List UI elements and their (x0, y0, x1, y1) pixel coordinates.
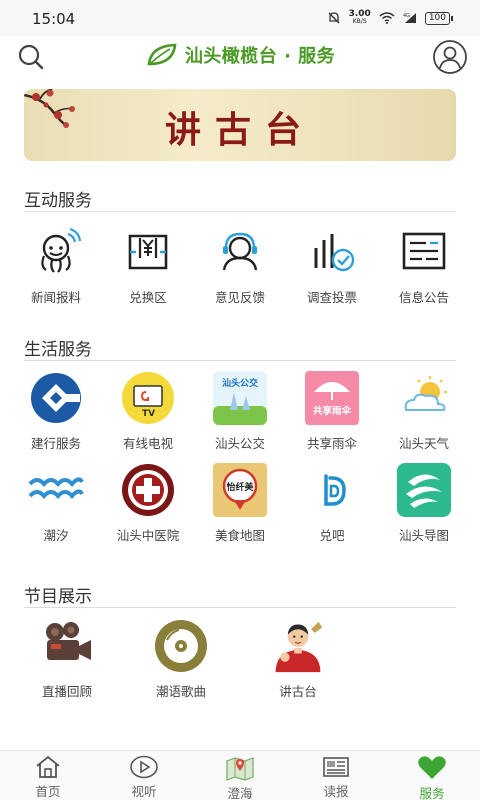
status-time: 15:04 (32, 10, 76, 28)
service-label: 新闻报料 (30, 290, 81, 305)
mute-icon (328, 12, 340, 24)
nav-label: 视听 (131, 784, 157, 799)
header-title-group: 汕头橄榄台 · 服务 (0, 42, 480, 68)
news-report-icon (41, 227, 82, 273)
service-label: 汕头中医院 (116, 528, 180, 543)
service-label: 有线电视 (122, 436, 173, 451)
feedback-icon (222, 232, 258, 271)
food-map-icon: 怡纤美 (213, 463, 267, 517)
redeem-icon (128, 234, 168, 270)
service-survey-vote[interactable]: 调查投票 (286, 224, 378, 306)
cable-tv-icon: TV (122, 372, 174, 424)
bottom-nav: 首页 视听 澄海 读报 服务 (0, 750, 480, 800)
wifi-icon (379, 12, 395, 24)
tide-icon (28, 477, 84, 500)
nav-label: 首页 (35, 784, 61, 799)
section-divider (24, 607, 456, 608)
notice-icon (402, 232, 446, 270)
service-label: 兑换区 (129, 290, 167, 305)
umbrella-icon-text: 共享雨伞 (313, 405, 352, 417)
battery-indicator: 100 (424, 11, 454, 25)
storytelling-banner[interactable]: 讲古台 (24, 89, 456, 161)
nav-label: 读报 (323, 784, 349, 799)
status-icons: 3.00 KB/S 4G 100 (327, 10, 454, 26)
service-feedback[interactable]: 意见反馈 (194, 224, 286, 306)
storyteller-icon (275, 621, 323, 673)
service-label: 信息公告 (398, 290, 449, 305)
nav-label: 澄海 (227, 786, 253, 800)
service-weather[interactable]: 汕头天气 (378, 370, 470, 452)
map-guide-icon (397, 463, 451, 517)
service-label: 兑吧 (319, 528, 345, 543)
signal-icon: 4G (403, 13, 416, 23)
profile-button[interactable] (432, 39, 468, 75)
nav-chenghai[interactable]: 澄海 (192, 751, 288, 800)
service-umbrella[interactable]: 共享雨伞 共享雨伞 (286, 370, 378, 452)
banner-title: 讲古台 (164, 109, 315, 151)
user-avatar-icon (433, 40, 467, 74)
service-label: 建行服务 (30, 436, 81, 451)
service-label: 汕头天气 (398, 436, 449, 451)
program-live-replay[interactable]: 直播回顾 (21, 618, 113, 700)
nav-media[interactable]: 视听 (96, 751, 192, 800)
app-header: 汕头橄榄台 · 服务 (0, 36, 480, 78)
bus-icon: 汕头公交 (213, 371, 267, 425)
food-map-icon-text: 怡纤美 (226, 481, 254, 493)
section-divider (24, 360, 456, 361)
service-bus[interactable]: 汕头公交 汕头公交 (194, 370, 286, 452)
network-speed: 3.00 KB/S (349, 10, 371, 26)
heart-icon (418, 756, 446, 779)
service-label: 汕头导图 (398, 528, 449, 543)
service-tide[interactable]: 潮汐 (10, 462, 102, 544)
survey-vote-icon (314, 234, 355, 272)
speed-unit: KB/S (352, 18, 367, 25)
bus-icon-text: 汕头公交 (222, 377, 258, 389)
program-storytelling[interactable]: 讲古台 (252, 618, 344, 700)
status-bar: 15:04 3.00 KB/S 4G 100 (0, 0, 480, 36)
page-title: 汕头橄榄台 · 服务 (184, 46, 336, 67)
service-redeem[interactable]: 兑换区 (102, 224, 194, 306)
service-label: 调查投票 (306, 290, 357, 305)
music-disc-icon (155, 620, 207, 672)
ccb-icon (31, 373, 81, 423)
home-icon (36, 755, 60, 778)
service-label: 潮汐 (43, 528, 69, 543)
nav-services[interactable]: 服务 (384, 751, 480, 800)
map-icon (226, 757, 254, 781)
svg-text:4G: 4G (403, 13, 410, 19)
program-label: 直播回顾 (41, 684, 92, 699)
nav-newspaper[interactable]: 读报 (288, 751, 384, 800)
tcm-hospital-icon (122, 464, 174, 516)
speed-value: 3.00 (348, 9, 371, 19)
svg-text:TV: TV (142, 409, 155, 419)
program-chaozhou-songs[interactable]: 潮语歌曲 (135, 618, 227, 700)
service-food-map[interactable]: 怡纤美 美食地图 (194, 462, 286, 544)
nav-home[interactable]: 首页 (0, 751, 96, 800)
play-icon (130, 755, 158, 779)
section-divider (24, 211, 456, 212)
service-label: 共享雨伞 (306, 436, 357, 451)
service-ccb[interactable]: 建行服务 (10, 370, 102, 452)
newspaper-icon (323, 757, 349, 777)
olive-leaf-logo-icon (147, 43, 177, 66)
service-news-report[interactable]: 新闻报料 (10, 224, 102, 306)
section-title-life: 生活服务 (24, 340, 92, 360)
weather-icon (404, 376, 447, 411)
service-notice[interactable]: 信息公告 (378, 224, 470, 306)
service-cable-tv[interactable]: TV 有线电视 (102, 370, 194, 452)
section-title-interactive: 互动服务 (24, 191, 92, 211)
service-label: 意见反馈 (214, 290, 265, 305)
camera-icon (46, 622, 91, 660)
section-title-programs: 节目展示 (24, 587, 92, 607)
service-tcm-hospital[interactable]: 汕头中医院 (102, 462, 194, 544)
duiba-icon (324, 474, 346, 506)
umbrella-icon: 共享雨伞 (305, 371, 359, 425)
program-label: 潮语歌曲 (155, 684, 206, 699)
service-duiba[interactable]: 兑吧 (286, 462, 378, 544)
service-label: 汕头公交 (214, 436, 265, 451)
service-map-guide[interactable]: 汕头导图 (378, 462, 470, 544)
nav-label: 服务 (419, 786, 445, 800)
service-label: 美食地图 (214, 528, 265, 543)
program-label: 讲古台 (279, 684, 317, 699)
